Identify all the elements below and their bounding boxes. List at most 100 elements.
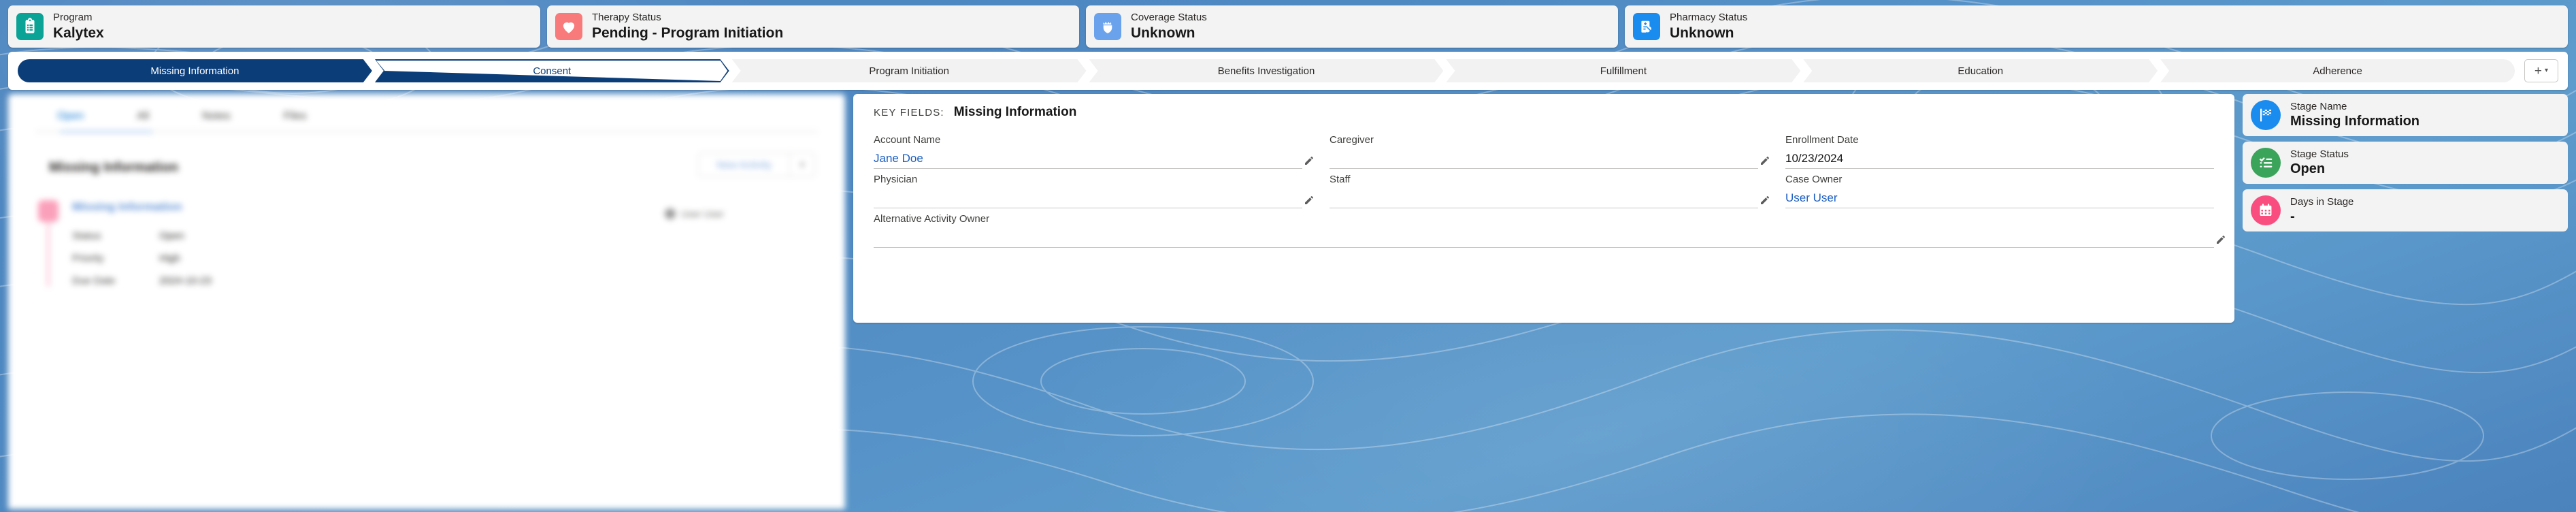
pencil-icon[interactable]: [2215, 234, 2226, 245]
tab-all[interactable]: All: [137, 110, 149, 131]
metric-card-days-in-stage[interactable]: Days in Stage -: [2243, 189, 2568, 231]
path-stage-label: Fulfillment: [1600, 65, 1647, 77]
field-account-name: Account Name Jane Doe: [874, 129, 1313, 169]
highlight-label: Pharmacy Status: [1670, 12, 1748, 24]
key-fields-grid: Account Name Jane Doe Caregiver Enrollme…: [874, 129, 2225, 248]
checklist-icon: [2251, 148, 2281, 178]
highlight-card-coverage-status[interactable]: Coverage Status Unknown: [1086, 5, 1618, 48]
path-stage-label: Program Initiation: [869, 65, 949, 77]
chevron-down-icon: ▾: [2545, 67, 2549, 74]
field-label: Staff: [1330, 174, 1351, 185]
key-fields-panel: KEY FIELDS: Missing Information Account …: [853, 94, 2234, 323]
meta-value: High: [159, 253, 180, 264]
metric-value: Missing Information: [2290, 114, 2420, 129]
field-caregiver: Caregiver: [1330, 129, 1769, 169]
path-stage-program-initiation[interactable]: Program Initiation: [732, 59, 1087, 82]
highlight-value: Pending - Program Initiation: [592, 25, 784, 41]
path-stage-consent[interactable]: Consent: [375, 59, 729, 82]
pencil-icon[interactable]: [1304, 155, 1315, 166]
metric-label: Days in Stage: [2290, 195, 2354, 208]
highlight-card-therapy-status[interactable]: Therapy Status Pending - Program Initiat…: [547, 5, 1079, 48]
calendar-icon: [2251, 195, 2281, 225]
activity-list-item[interactable]: Missing Information User User Status Ope…: [37, 200, 826, 287]
meta-key: Status: [72, 230, 101, 242]
path-stage-label: Missing Information: [150, 65, 240, 77]
highlights-panel: Program Kalytex Therapy Status Pending -…: [8, 5, 2568, 48]
field-staff: Staff: [1330, 169, 1769, 208]
chevron-down-icon: ▾: [799, 159, 805, 170]
path-stage-benefits-investigation[interactable]: Benefits Investigation: [1089, 59, 1444, 82]
highlight-card-program[interactable]: Program Kalytex: [8, 5, 540, 48]
metric-card-stage-name[interactable]: Stage Name Missing Information: [2243, 94, 2568, 136]
metric-value: -: [2290, 209, 2295, 225]
field-value-row[interactable]: Jane Doe: [874, 148, 1313, 169]
field-value-row[interactable]: [1330, 148, 1769, 169]
new-activity-button[interactable]: New Activity ▾: [698, 153, 815, 177]
main-content: Open All Notes Files Missing Information…: [8, 94, 2568, 509]
activity-panel[interactable]: Open All Notes Files Missing Information…: [8, 94, 845, 509]
activity-meta-row: Priority High: [72, 253, 826, 264]
tab-open[interactable]: Open: [57, 110, 84, 131]
metric-label: Stage Status: [2290, 148, 2349, 160]
field-label: Case Owner: [1785, 174, 1843, 185]
meta-value: Open: [159, 230, 184, 242]
tab-files[interactable]: Files: [284, 110, 307, 131]
add-stage-button[interactable]: + ▾: [2524, 59, 2558, 82]
field-value: 10/23/2024: [1785, 152, 1844, 165]
activity-item-body: Missing Information User User Status Ope…: [72, 200, 826, 287]
timeline-line: [47, 222, 50, 287]
path-stage-label: Consent: [533, 65, 572, 77]
metric-card-stage-status[interactable]: Stage Status Open: [2243, 142, 2568, 184]
highlight-label: Program: [53, 12, 93, 24]
highlight-value: Unknown: [1670, 25, 1734, 41]
path-stage-label: Benefits Investigation: [1217, 65, 1315, 77]
stage-metrics-panel: Stage Name Missing Information Stage Sta…: [2243, 94, 2568, 509]
highlight-label: Coverage Status: [1131, 12, 1207, 24]
tab-underline: [35, 131, 818, 133]
key-fields-stage: Missing Information: [953, 105, 1077, 119]
path-container: Missing Information Consent Program Init…: [8, 52, 2568, 90]
path-stage-label: Adherence: [2313, 65, 2362, 77]
field-value-row[interactable]: User User: [1785, 188, 2214, 208]
field-label: Account Name: [874, 134, 941, 146]
path-stage-adherence[interactable]: Adherence: [2160, 59, 2515, 82]
highlight-value: Unknown: [1131, 25, 1195, 41]
key-fields-label: KEY FIELDS:: [874, 107, 944, 118]
field-enrollment-date: Enrollment Date 10/23/2024: [1785, 129, 2214, 169]
plus-icon: +: [2534, 63, 2543, 78]
activity-tabs: Open All Notes Files: [27, 103, 826, 131]
field-label: Enrollment Date: [1785, 134, 1859, 146]
field-value-row[interactable]: [874, 188, 1313, 208]
highlight-card-pharmacy-status[interactable]: Pharmacy Status Unknown: [1625, 5, 2568, 48]
highlight-label: Therapy Status: [592, 12, 661, 24]
path-stage-education[interactable]: Education: [1803, 59, 2158, 82]
field-value-row[interactable]: [874, 227, 2225, 248]
path-stage-fulfillment[interactable]: Fulfillment: [1446, 59, 1800, 82]
field-value-row: 10/23/2024: [1785, 148, 2214, 169]
field-value[interactable]: Jane Doe: [874, 151, 1302, 167]
heart-icon: [555, 13, 582, 40]
field-label: Physician: [874, 174, 918, 185]
avatar: [664, 208, 676, 219]
field-physician: Physician: [874, 169, 1313, 208]
task-icon: [38, 200, 59, 222]
activity-meta-row: Status Open: [72, 230, 826, 242]
prescription-icon: [1633, 13, 1660, 40]
pencil-icon[interactable]: [1760, 195, 1770, 206]
key-fields-header: KEY FIELDS: Missing Information: [874, 105, 2214, 120]
pencil-icon[interactable]: [1760, 155, 1770, 166]
app-page: Program Kalytex Therapy Status Pending -…: [0, 0, 2576, 512]
tab-notes[interactable]: Notes: [202, 110, 231, 131]
clipboard-icon: [16, 13, 44, 40]
field-value-row[interactable]: [1330, 188, 1769, 208]
shield-crown-icon: [1094, 13, 1121, 40]
field-value[interactable]: User User: [1785, 191, 2214, 206]
meta-value: 2024-10-23: [159, 275, 212, 287]
activity-meta-row: Due Date 2024-10-23: [72, 275, 826, 287]
field-alternative-activity-owner: Alternative Activity Owner: [874, 208, 2225, 248]
checkered-flag-icon: [2251, 100, 2281, 130]
path-stage-label: Education: [1958, 65, 2004, 77]
pencil-icon[interactable]: [1304, 195, 1315, 206]
meta-key: Priority: [72, 253, 104, 264]
path-stage-missing-information[interactable]: Missing Information: [18, 59, 372, 82]
